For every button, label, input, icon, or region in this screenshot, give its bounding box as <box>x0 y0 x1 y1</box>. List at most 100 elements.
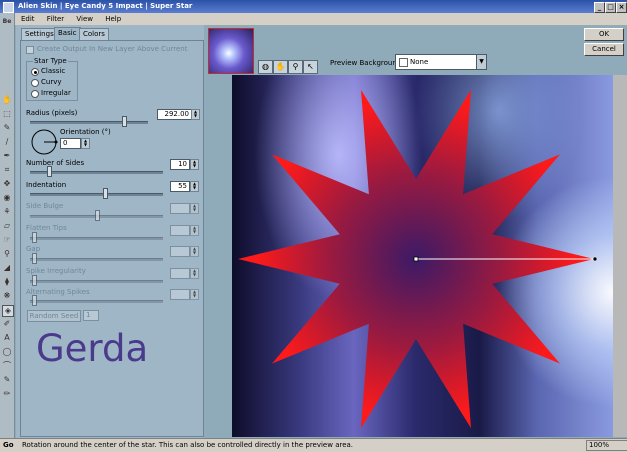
gap-label: Gap <box>26 245 41 253</box>
radio-irregular[interactable] <box>31 90 39 98</box>
select-tool-icon[interactable]: ⬚ <box>2 109 12 119</box>
shape-tool-icon[interactable]: ◢ <box>2 263 12 273</box>
flatten-tips-input[interactable] <box>170 225 190 236</box>
close-button[interactable]: × <box>616 2 627 13</box>
dropdown-arrow-icon[interactable]: ▼ <box>476 55 486 69</box>
spike-irregularity-spin-arrows-icon[interactable]: ▲ ▼ <box>190 268 199 279</box>
radio-irregular-label: Irregular <box>41 89 71 97</box>
radio-curvy[interactable] <box>31 79 39 87</box>
zoom-level: 100% <box>586 440 627 451</box>
preview-background-value: None <box>410 58 429 66</box>
indentation-spin-arrows-icon[interactable]: ▲ ▼ <box>190 181 199 192</box>
alternating-spikes-input[interactable] <box>170 289 190 300</box>
radius-input[interactable]: 292.00 <box>157 109 192 120</box>
smudge-tool-icon[interactable]: ☞ <box>2 235 12 245</box>
spike-irregularity-slider-track[interactable] <box>30 280 163 283</box>
clone-tool-icon[interactable]: ⚘ <box>2 207 12 217</box>
orientation-input[interactable]: 0 <box>60 138 81 149</box>
arrow-icon[interactable]: ↖ <box>303 60 318 74</box>
random-seed-button[interactable]: Random Seed <box>27 310 81 322</box>
gap-spin-arrows-icon[interactable]: ▲ ▼ <box>190 246 199 257</box>
status-text: Rotation around the center of the star. … <box>22 441 354 449</box>
hand-icon[interactable]: ✋ <box>273 60 288 74</box>
indentation-input[interactable]: 55 <box>170 181 190 192</box>
eye-tool-icon[interactable]: ◉ <box>2 193 12 203</box>
zoom-icon[interactable]: ⚲ <box>288 60 303 74</box>
preview-background-label: Preview Background: <box>330 59 404 67</box>
indentation-slider-thumb[interactable] <box>103 188 108 199</box>
paint-tool-icon[interactable]: ✎ <box>2 375 12 385</box>
menu-filter[interactable]: Filter <box>47 15 64 23</box>
fill-tool-icon[interactable]: ⧫ <box>2 277 12 287</box>
wand-tool-icon[interactable]: ✎ <box>2 123 12 133</box>
maximize-button[interactable]: □ <box>605 2 616 13</box>
brush-tool-icon[interactable]: ✐ <box>2 319 12 329</box>
text-tool-icon[interactable]: A <box>2 333 12 343</box>
tab-colors[interactable]: Colors <box>79 28 109 40</box>
orientation-handle[interactable] <box>592 256 598 262</box>
side-bulge-input[interactable] <box>170 203 190 214</box>
radio-classic-label: Classic <box>41 67 66 75</box>
alternating-spikes-slider-track[interactable] <box>30 300 163 303</box>
random-seed-input[interactable]: 1 <box>83 310 99 321</box>
dodge-tool-icon[interactable]: ⚲ <box>2 249 12 259</box>
ok-button[interactable]: OK <box>584 28 624 41</box>
orientation-label: Orientation (°) <box>60 128 111 136</box>
preview-scroll-area <box>613 75 627 437</box>
vector-tool-icon[interactable]: ⌒ <box>2 361 12 371</box>
sides-slider-thumb[interactable] <box>47 166 52 177</box>
sides-input[interactable]: 10 <box>170 159 190 170</box>
indentation-slider-track[interactable] <box>30 193 163 196</box>
crop-tool-icon[interactable]: ⌗ <box>2 165 12 175</box>
radius-spin-arrows-icon[interactable]: ▲ ▼ <box>191 109 200 120</box>
preview-canvas[interactable] <box>232 75 613 437</box>
flatten-tips-spin-arrows-icon[interactable]: ▲ ▼ <box>190 225 199 236</box>
eraser-tool-icon[interactable]: ▱ <box>2 221 12 231</box>
spike-irregularity-slider-thumb[interactable] <box>32 275 37 286</box>
create-output-checkbox[interactable] <box>26 46 34 54</box>
pan-tool-icon[interactable]: ✋ <box>2 95 12 105</box>
art-brush-icon[interactable]: ✏ <box>2 389 12 399</box>
active-tool-icon[interactable]: ◈ <box>2 305 14 317</box>
flatten-tips-slider-track[interactable] <box>30 237 163 240</box>
menu-help[interactable]: Help <box>105 15 121 23</box>
side-bulge-spin-arrows-icon[interactable]: ▲ ▼ <box>190 203 199 214</box>
preview-thumbnail[interactable] <box>208 28 254 74</box>
tab-settings[interactable]: Settings <box>21 28 58 40</box>
radio-curvy-label: Curvy <box>41 78 62 86</box>
gap-input[interactable] <box>170 246 190 257</box>
radio-classic[interactable] <box>31 68 39 76</box>
move-tool-icon[interactable]: ✥ <box>2 179 12 189</box>
window-title: Alien Skin | Eye Candy 5 Impact | Super … <box>18 2 193 10</box>
center-handle[interactable] <box>413 256 419 262</box>
minimize-button[interactable]: _ <box>594 2 605 13</box>
alternating-spikes-slider-thumb[interactable] <box>32 295 37 306</box>
radius-slider-thumb[interactable] <box>122 116 127 127</box>
host-label: Be <box>2 18 12 25</box>
side-bulge-slider-thumb[interactable] <box>95 210 100 221</box>
preset-shape-icon[interactable]: ◯ <box>2 347 12 357</box>
menu-edit[interactable]: Edit <box>21 15 35 23</box>
sides-spin-arrows-icon[interactable]: ▲ ▼ <box>190 159 199 170</box>
orientation-spin-arrows-icon[interactable]: ▲ ▼ <box>81 138 90 149</box>
indentation-label: Indentation <box>26 181 67 189</box>
menu-view[interactable]: View <box>76 15 93 23</box>
star-svg <box>238 89 598 429</box>
watermark-text: Gerda <box>36 327 149 370</box>
orientation-dial[interactable] <box>30 128 58 156</box>
eyedropper-tool-icon[interactable]: ∕ <box>2 137 12 147</box>
gap-slider-track[interactable] <box>30 258 163 261</box>
alternating-spikes-spin-arrows-icon[interactable]: ▲ ▼ <box>190 289 199 300</box>
radius-slider-track[interactable] <box>30 121 148 124</box>
flatten-tips-slider-thumb[interactable] <box>32 232 37 243</box>
spike-irregularity-input[interactable] <box>170 268 190 279</box>
preview-background-select[interactable]: None ▼ <box>395 54 487 70</box>
view-tool-button[interactable]: ◍ <box>258 60 273 74</box>
tab-basic[interactable]: Basic <box>54 27 81 40</box>
host-toolstrip: Be ✋ ⬚ ✎ ∕ ✒ ⌗ ✥ ◉ ⚘ ▱ ☞ ⚲ ◢ ⧫ ❋ ◈ ✐ A ◯… <box>0 13 15 438</box>
pen-tool-icon[interactable]: ✒ <box>2 151 12 161</box>
status-corner-label: Go <box>3 441 14 449</box>
picture-tube-icon[interactable]: ❋ <box>2 291 12 301</box>
gap-slider-thumb[interactable] <box>32 253 37 264</box>
cancel-button[interactable]: Cancel <box>584 43 624 56</box>
